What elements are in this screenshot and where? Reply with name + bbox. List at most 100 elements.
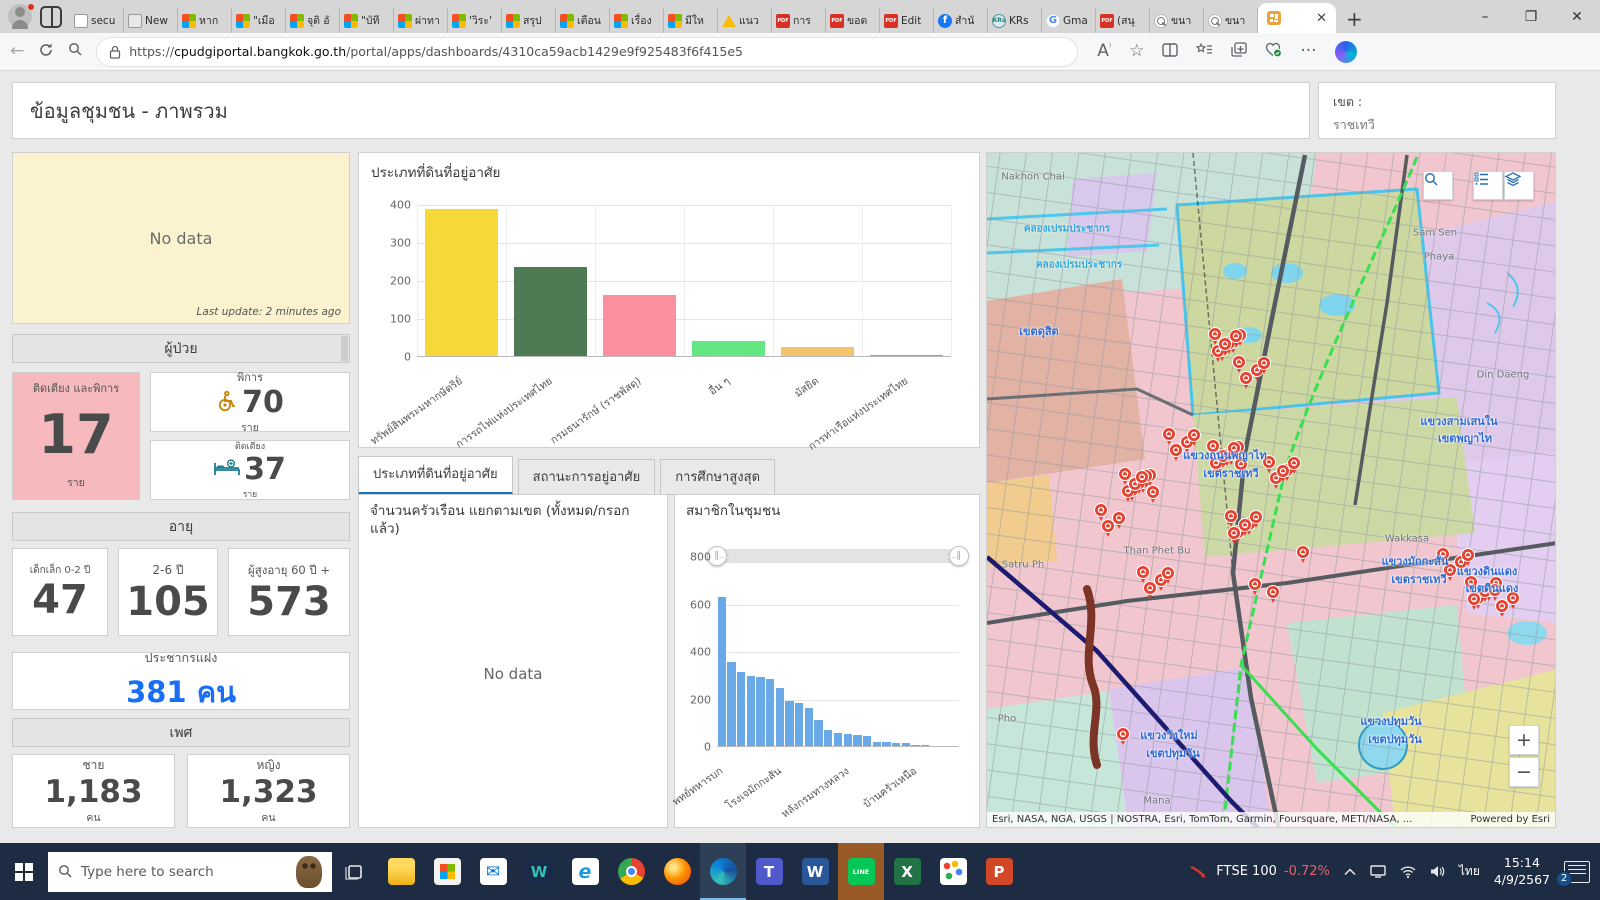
search-icon[interactable]	[68, 42, 83, 61]
pdf-favicon: PDF	[776, 14, 790, 28]
map-zoom-out-button[interactable]: −	[1509, 757, 1539, 787]
copilot-icon[interactable]	[1335, 41, 1357, 63]
taskbar-word-icon[interactable]: W	[792, 843, 838, 900]
map-legend-button[interactable]	[1473, 171, 1503, 200]
language-indicator[interactable]: ไทย	[1459, 862, 1480, 881]
browser-tab[interactable]: GGma	[1042, 8, 1096, 33]
browser-tab[interactable]: "บัที	[340, 8, 394, 33]
address-bar[interactable]: https://cpudgiportal.bangkok.go.th/porta…	[97, 38, 1077, 66]
taskbar-search-input[interactable]: Type here to search	[48, 852, 332, 892]
taskbar-mail-icon[interactable]: ✉	[470, 843, 516, 900]
browser-tab[interactable]: เตือน	[556, 8, 610, 33]
bar[interactable]	[756, 677, 764, 747]
bar[interactable]	[727, 662, 735, 748]
refresh-icon[interactable]	[38, 42, 54, 62]
taskbar-powerpoint-icon[interactable]: P	[976, 843, 1022, 900]
tab-close-icon[interactable]: ✕	[1316, 12, 1327, 25]
bar[interactable]	[747, 676, 755, 747]
window-minimize-button[interactable]: –	[1462, 9, 1508, 25]
map-widget[interactable]: เขตดุสิตคลองเปรมประชากรคลองเปรมประชากรNa…	[986, 152, 1556, 828]
browser-tab[interactable]: หาก	[178, 8, 232, 33]
browser-tab[interactable]: PDFขอด	[826, 8, 880, 33]
taskbar-excel-icon[interactable]: X	[884, 843, 930, 900]
browser-tab[interactable]: เรื่อง	[610, 8, 664, 33]
browser-tab[interactable]: มีให	[664, 8, 718, 33]
taskbar-store-icon[interactable]	[424, 843, 470, 900]
browser-tab[interactable]: New	[124, 8, 178, 33]
browser-profile-avatar[interactable]	[8, 4, 34, 30]
browser-tab-active[interactable]: ✕	[1258, 3, 1336, 33]
taskbar-teams-icon[interactable]: T	[746, 843, 792, 900]
start-button[interactable]	[0, 843, 48, 900]
browser-tab[interactable]: PDF(สนุ	[1096, 8, 1150, 33]
bar[interactable]	[737, 672, 745, 747]
browser-tab[interactable]: แนว	[718, 8, 772, 33]
bar[interactable]	[692, 341, 765, 357]
map-layers-button[interactable]	[1504, 171, 1534, 200]
bar[interactable]	[425, 209, 498, 357]
browser-tab[interactable]: สรุป	[502, 8, 556, 33]
split-screen-icon[interactable]	[1162, 43, 1178, 61]
taskbar-clock[interactable]: 15:14 4/9/2567	[1494, 855, 1550, 889]
map-canvas[interactable]	[987, 153, 1556, 828]
tab-land-type[interactable]: ประเภทที่ดินที่อยู่อาศัย	[358, 456, 513, 495]
browser-tab[interactable]: ขนา	[1150, 8, 1204, 33]
browser-tab[interactable]: PDFการ	[772, 8, 826, 33]
taskbar-ie-icon[interactable]: e	[562, 843, 608, 900]
taskbar-chrome-icon[interactable]	[608, 843, 654, 900]
settings-more-icon[interactable]: ···	[1300, 43, 1316, 60]
tab-highest-education[interactable]: การศึกษาสูงสุด	[660, 459, 775, 495]
browser-tab[interactable]: PDFEdit	[880, 8, 934, 33]
taskbar-task-view-icon[interactable]	[332, 843, 378, 900]
y-axis-tick: 200	[390, 275, 411, 288]
section-header-patients[interactable]: ผู้ป่วย	[12, 334, 350, 363]
volume-icon[interactable]	[1430, 865, 1445, 878]
browser-tab[interactable]: secu	[70, 8, 124, 33]
tray-expand-icon[interactable]	[1344, 868, 1356, 876]
read-aloud-icon[interactable]: A⁾	[1097, 43, 1111, 60]
bar[interactable]	[514, 267, 587, 357]
bar[interactable]	[805, 708, 813, 747]
browser-tab[interactable]: "เมือ	[232, 8, 286, 33]
bar[interactable]	[834, 733, 842, 747]
window-close-button[interactable]: ✕	[1554, 9, 1600, 25]
map-search-button[interactable]	[1423, 171, 1453, 200]
map-zoom-in-button[interactable]: +	[1509, 725, 1539, 755]
notification-center-icon[interactable]: 2	[1564, 861, 1590, 883]
bar[interactable]	[795, 703, 803, 747]
bar[interactable]	[766, 679, 774, 747]
browser-tab[interactable]: ผ่าทา	[394, 8, 448, 33]
new-tab-button[interactable]: +	[1346, 9, 1363, 29]
taskbar-edge-icon[interactable]	[700, 843, 746, 900]
bar[interactable]	[603, 295, 676, 357]
bar[interactable]	[824, 730, 832, 747]
back-icon[interactable]: ←	[10, 43, 24, 60]
taskbar-line-icon[interactable]: LINE	[838, 843, 884, 900]
section-header-age[interactable]: อายุ	[12, 512, 350, 541]
window-maximize-button[interactable]: ❐	[1508, 9, 1554, 25]
taskbar-firefox-icon[interactable]	[654, 843, 700, 900]
bar[interactable]	[718, 597, 726, 747]
stock-ticker[interactable]: FTSE 100 -0.72%	[1189, 864, 1330, 880]
favorite-star-icon[interactable]: ☆	[1129, 43, 1144, 60]
collections-icon[interactable]	[1231, 42, 1247, 61]
taskbar-file-explorer-icon[interactable]	[378, 843, 424, 900]
wifi-icon[interactable]	[1400, 866, 1416, 878]
taskbar-msn-icon[interactable]: W	[516, 843, 562, 900]
section-header-gender[interactable]: เพศ	[12, 718, 350, 747]
district-selector[interactable]: เขต : ราชเทวี	[1318, 82, 1556, 139]
browser-tab[interactable]: 'วิระ'	[448, 8, 502, 33]
browser-tab[interactable]: KRsKRs	[988, 8, 1042, 33]
taskbar-paint-icon[interactable]	[930, 843, 976, 900]
tab-actions-icon[interactable]	[40, 6, 62, 28]
tab-residence-status[interactable]: สถานะการอยู่อาศัย	[518, 459, 656, 495]
browser-tab[interactable]: จุติ อั	[286, 8, 340, 33]
bar[interactable]	[776, 688, 784, 747]
browser-essentials-icon[interactable]	[1265, 42, 1282, 61]
bar[interactable]	[785, 701, 793, 747]
tray-display-icon[interactable]	[1370, 865, 1386, 878]
favorites-bar-icon[interactable]	[1196, 42, 1213, 61]
browser-tab[interactable]: ขนา	[1204, 8, 1258, 33]
browser-tab[interactable]: fสำนั	[934, 8, 988, 33]
bar[interactable]	[814, 720, 822, 747]
